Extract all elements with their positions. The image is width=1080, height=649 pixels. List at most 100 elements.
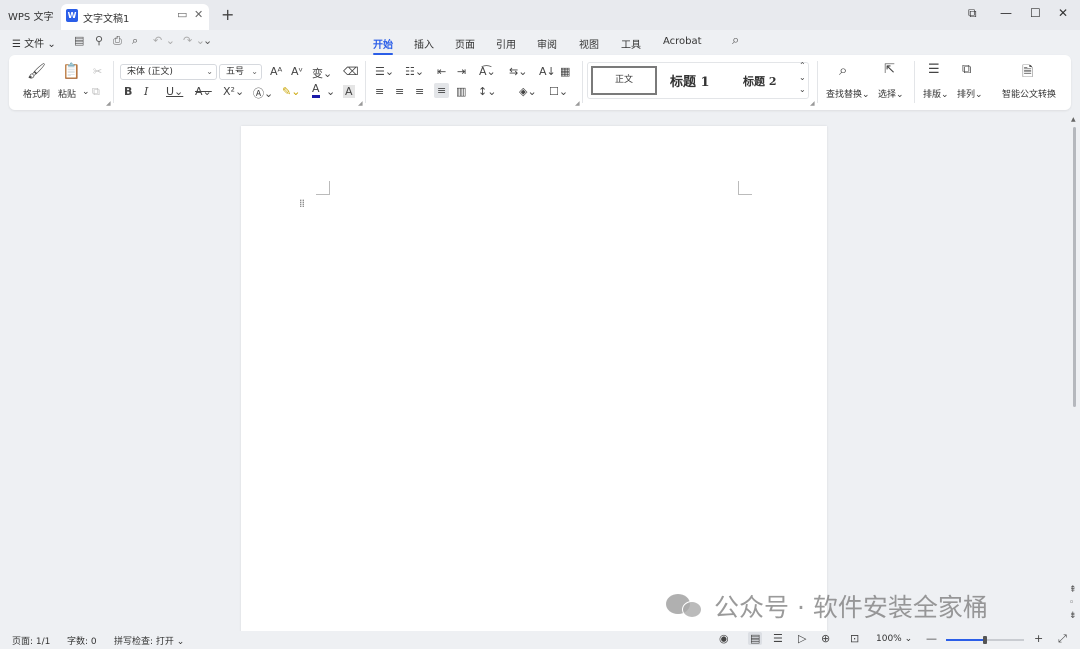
chinese-layout-icon[interactable]: A͡⌄ (479, 65, 496, 78)
format-painter-button[interactable]: 格式刷 (23, 87, 50, 100)
vertical-scrollbar[interactable] (1073, 127, 1076, 407)
tab-insert[interactable]: 插入 (414, 36, 434, 51)
font-family-select[interactable]: 宋体 (正文) ⌄ (120, 64, 217, 80)
prev-page-icon[interactable]: ⇞ (1069, 585, 1077, 595)
character-shading-icon[interactable]: A (343, 85, 355, 98)
page-counter[interactable]: 页面: 1/1 (12, 634, 50, 647)
arrange-icon[interactable]: ⧉ (962, 62, 971, 77)
file-menu[interactable]: ☰ 文件 ⌄ (12, 35, 56, 50)
search-icon[interactable]: ⌕ (732, 33, 739, 48)
scroll-up-icon[interactable]: ▲ (1071, 116, 1076, 123)
highlight-icon[interactable]: ✎⌄ (282, 85, 300, 98)
clear-format-icon[interactable]: ⌫ (343, 65, 359, 78)
align-right-icon[interactable]: ≡ (415, 85, 424, 98)
next-page-icon[interactable]: ⇟ (1069, 611, 1077, 621)
show-marks-icon[interactable]: ▦ (560, 65, 570, 78)
eye-protection-icon[interactable]: ◉ (719, 632, 729, 645)
print-preview-icon[interactable]: ⌕ (132, 34, 138, 48)
word-count[interactable]: 字数: 0 (67, 634, 97, 647)
zoom-in-icon[interactable]: + (1034, 632, 1043, 645)
tab-review[interactable]: 审阅 (537, 36, 557, 51)
style-normal[interactable]: 正文 (591, 66, 657, 95)
print-icon[interactable]: ⎙ (113, 34, 122, 48)
bold-icon[interactable]: B (124, 85, 132, 98)
superscript-icon[interactable]: X²⌄ (223, 85, 244, 98)
tab-preview-icon[interactable]: ▭ (177, 8, 187, 21)
restore-tabs-icon[interactable]: ⧉ (968, 6, 977, 21)
copy-icon[interactable]: ⧉ (92, 85, 100, 99)
strikethrough-icon[interactable]: A⌄ (195, 85, 212, 98)
tab-tools[interactable]: 工具 (621, 36, 641, 51)
paste-button[interactable]: 粘贴 (58, 87, 76, 100)
select-browse-icon[interactable]: ◦ (1069, 598, 1074, 608)
smart-doc-convert-button[interactable]: 智能公文转换 (1002, 87, 1056, 100)
paragraph-handle-icon[interactable]: ⁞⁞ (299, 197, 305, 210)
zoom-slider[interactable] (946, 636, 1024, 644)
minimize-button[interactable]: — (1000, 6, 1012, 20)
cut-icon[interactable]: ✂ (93, 65, 102, 78)
phonetic-guide-icon[interactable]: 变⌄ (312, 65, 332, 81)
fullscreen-icon[interactable]: ⤢ (1058, 632, 1067, 646)
text-direction-icon[interactable]: ⇆⌄ (509, 65, 527, 78)
justify-icon[interactable]: ≡ (434, 83, 450, 98)
format-painter-icon[interactable]: 🖌 (27, 62, 46, 80)
font-launcher-icon[interactable]: ◢ (358, 100, 363, 107)
decrease-indent-icon[interactable]: ⇤ (437, 65, 446, 78)
document-page[interactable]: ⁞⁞ (241, 126, 827, 634)
zoom-out-icon[interactable]: — (926, 632, 937, 645)
style-heading1[interactable]: 标题 1 (670, 71, 710, 90)
paste-icon[interactable]: 📋 (62, 62, 81, 80)
web-view-icon[interactable]: ⊕ (821, 632, 830, 645)
chevron-down-icon[interactable]: ⌄ (326, 85, 335, 98)
customize-chevron-icon[interactable]: ⌄ (203, 34, 212, 47)
distributed-align-icon[interactable]: ▥ (456, 85, 466, 98)
styles-expand-icon[interactable]: ⌄ (799, 85, 806, 94)
tab-acrobat[interactable]: Acrobat (663, 36, 702, 47)
share-icon[interactable]: ⚲ (95, 34, 103, 47)
line-spacing-icon[interactable]: ↕⌄ (478, 85, 496, 98)
shrink-font-icon[interactable]: Aᵛ (291, 65, 303, 78)
styles-launcher-icon[interactable]: ◢ (810, 100, 815, 107)
font-color-icon[interactable]: A (312, 83, 320, 98)
borders-icon[interactable]: ☐⌄ (549, 85, 568, 98)
maximize-button[interactable]: ☐ (1030, 6, 1041, 20)
underline-icon[interactable]: U⌄ (166, 85, 183, 98)
close-tab-icon[interactable]: ✕ (194, 8, 203, 21)
shading-icon[interactable]: ◈⌄ (519, 85, 537, 98)
outline-view-icon[interactable]: ☰ (773, 632, 783, 645)
page-view-icon[interactable]: ▤ (748, 632, 763, 645)
font-size-select[interactable]: 五号 ⌄ (219, 64, 262, 80)
find-replace-button[interactable]: 查找替换⌄ (826, 87, 870, 100)
fit-page-icon[interactable]: ⊡ (850, 632, 859, 645)
close-window-button[interactable]: ✕ (1058, 6, 1068, 20)
document-tab[interactable]: W 文字文稿1 ▭ ✕ (61, 4, 209, 30)
italic-icon[interactable]: I (144, 85, 148, 98)
save-icon[interactable]: ▤ (74, 34, 84, 47)
bullet-list-icon[interactable]: ☰⌄ (375, 65, 394, 78)
smart-doc-icon[interactable]: 🗎 (1022, 61, 1033, 85)
select-icon[interactable]: ⇱ (884, 62, 895, 77)
arrange-button[interactable]: 排列⌄ (957, 87, 983, 100)
layout-icon[interactable]: ☰ (928, 62, 940, 77)
tab-view[interactable]: 视图 (579, 36, 599, 51)
spellcheck-status[interactable]: 拼写检查: 打开 ⌄ (114, 634, 184, 647)
styles-scroll-down-icon[interactable]: ⌄ (799, 73, 806, 82)
tab-references[interactable]: 引用 (496, 36, 516, 51)
style-heading2[interactable]: 标题 2 (743, 73, 776, 89)
undo-icon[interactable]: ↶ ⌄ (153, 34, 175, 47)
select-button[interactable]: 选择⌄ (878, 87, 904, 100)
increase-indent-icon[interactable]: ⇥ (457, 65, 466, 78)
layout-button[interactable]: 排版⌄ (923, 87, 949, 100)
find-replace-icon[interactable]: ⌕ (839, 61, 847, 79)
numbered-list-icon[interactable]: ☷⌄ (405, 65, 424, 78)
align-center-icon[interactable]: ≡ (395, 85, 404, 98)
zoom-slider-knob[interactable] (983, 636, 987, 644)
paste-dropdown-icon[interactable]: ⌄ (82, 87, 90, 97)
styles-scroll-up-icon[interactable]: ⌃ (799, 61, 806, 70)
new-tab-button[interactable]: + (221, 5, 234, 24)
text-effect-icon[interactable]: Ⓐ⌄ (253, 85, 273, 101)
redo-icon[interactable]: ↷ ⌄ (183, 34, 205, 47)
read-mode-icon[interactable]: ▷ (798, 632, 806, 645)
tab-page[interactable]: 页面 (455, 36, 475, 51)
clipboard-launcher-icon[interactable]: ◢ (106, 100, 111, 107)
